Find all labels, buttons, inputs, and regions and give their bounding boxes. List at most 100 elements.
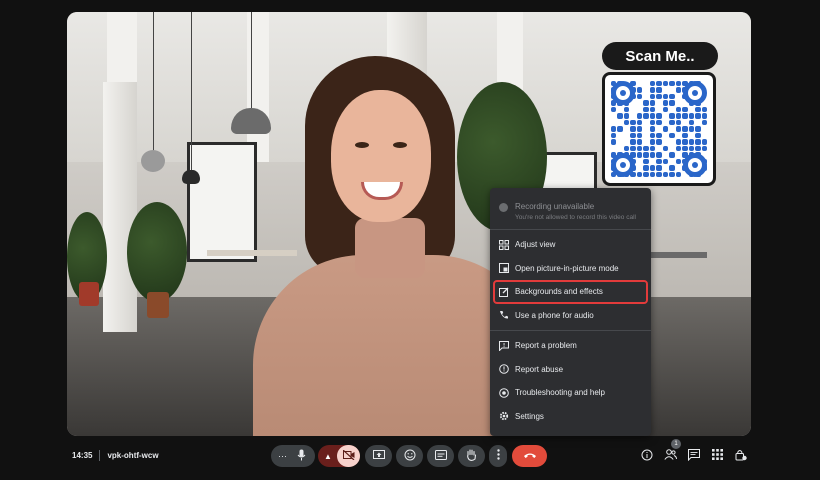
menu-item-picture-in-picture[interactable]: Open picture-in-picture mode <box>490 257 651 281</box>
qr-module <box>623 113 630 119</box>
qr-module <box>617 113 623 119</box>
meeting-time: 14:35 <box>72 451 93 460</box>
qr-module <box>669 93 675 100</box>
qr-module <box>669 126 674 131</box>
host-controls-button[interactable] <box>734 449 748 463</box>
qr-module <box>688 145 695 152</box>
qr-module <box>669 119 675 126</box>
more-options-button[interactable] <box>489 445 507 467</box>
qr-module <box>682 139 688 145</box>
qr-module <box>624 133 629 138</box>
qr-module <box>675 139 682 145</box>
qr-module <box>643 171 649 177</box>
menu-item-backgrounds-and-effects[interactable]: Backgrounds and effects <box>493 280 648 304</box>
qr-module <box>649 126 656 132</box>
recording-title: Recording unavailable <box>515 202 595 211</box>
qr-module <box>675 145 682 152</box>
qr-module <box>656 107 661 112</box>
raise-hand-icon <box>466 448 477 464</box>
qr-module <box>682 126 688 132</box>
camera-off-icon <box>342 449 355 463</box>
qr-module <box>636 93 643 100</box>
qr-module <box>662 106 669 113</box>
qr-module <box>649 119 656 126</box>
qr-module <box>656 152 662 158</box>
qr-module <box>643 113 649 119</box>
menu-item-phone-audio[interactable]: Use a phone for audio <box>490 304 651 328</box>
qr-module <box>656 171 662 177</box>
qr-module <box>695 120 700 125</box>
qr-module <box>643 81 648 86</box>
picture-in-picture-icon <box>498 263 509 274</box>
qr-module <box>682 120 687 125</box>
menu-divider <box>490 330 651 331</box>
qr-module <box>649 171 656 177</box>
help-icon <box>498 387 509 398</box>
meeting-info-divider <box>99 450 101 461</box>
qr-module <box>663 152 668 157</box>
qr-module <box>649 93 656 100</box>
qr-module <box>675 87 682 93</box>
qr-module <box>662 81 669 87</box>
present-screen-icon <box>372 449 385 463</box>
qr-module <box>663 120 668 125</box>
menu-item-troubleshooting[interactable]: Troubleshooting and help <box>490 381 651 405</box>
warning-icon <box>498 364 509 375</box>
edit-background-icon <box>498 286 509 297</box>
qr-module <box>624 139 629 144</box>
qr-module <box>669 87 674 92</box>
qr-module <box>676 165 681 170</box>
menu-item-label: Open picture-in-picture mode <box>515 263 619 273</box>
qr-module <box>617 139 622 144</box>
qr-module <box>636 126 643 132</box>
qr-label: Scan Me.. <box>602 42 718 70</box>
qr-module <box>688 119 695 126</box>
meeting-details-button[interactable] <box>640 449 654 463</box>
chat-button[interactable] <box>687 448 701 463</box>
qr-module <box>643 120 648 125</box>
qr-module <box>656 113 662 119</box>
camera-toggle-group: ▲ <box>318 445 360 467</box>
qr-module <box>701 106 707 113</box>
more-vert-icon <box>496 449 500 463</box>
qr-module <box>688 113 695 119</box>
qr-module <box>637 107 642 112</box>
qr-module <box>669 152 675 158</box>
qr-module <box>669 171 675 177</box>
qr-module <box>623 145 630 152</box>
people-icon <box>663 449 677 463</box>
menu-item-report-abuse[interactable]: Report abuse <box>490 358 651 382</box>
menu-item-recording-unavailable: Recording unavailable You're not allowed… <box>490 196 651 226</box>
participants-button[interactable] <box>663 449 677 463</box>
qr-module <box>637 81 642 86</box>
captions-button[interactable] <box>427 445 454 467</box>
qr-module <box>675 158 682 165</box>
qr-module <box>663 165 668 170</box>
qr-module <box>656 81 662 87</box>
qr-module <box>663 133 668 138</box>
record-icon <box>498 202 509 213</box>
menu-item-adjust-view[interactable]: Adjust view <box>490 233 651 257</box>
audio-settings-button[interactable]: ··· <box>271 445 315 467</box>
menu-item-report-problem[interactable]: Report a problem <box>490 334 651 358</box>
qr-module <box>682 145 688 152</box>
qr-module <box>675 126 682 132</box>
end-call-button[interactable] <box>512 445 547 467</box>
camera-off-button[interactable] <box>337 445 360 467</box>
camera-options-chevron-icon[interactable]: ▲ <box>324 452 332 461</box>
qr-module <box>611 113 616 118</box>
qr-module <box>675 119 682 126</box>
qr-module <box>663 87 668 92</box>
present-screen-button[interactable] <box>365 445 392 467</box>
qr-module <box>675 113 682 119</box>
qr-module <box>676 94 681 99</box>
emoji-reactions-button[interactable] <box>396 445 423 467</box>
qr-module <box>637 100 642 105</box>
gear-icon <box>498 411 509 422</box>
raise-hand-button[interactable] <box>458 445 485 467</box>
qr-module <box>649 165 656 171</box>
qr-module <box>702 126 707 131</box>
activities-button[interactable] <box>710 449 724 463</box>
qr-module <box>630 113 635 118</box>
menu-item-settings[interactable]: Settings <box>490 405 651 429</box>
